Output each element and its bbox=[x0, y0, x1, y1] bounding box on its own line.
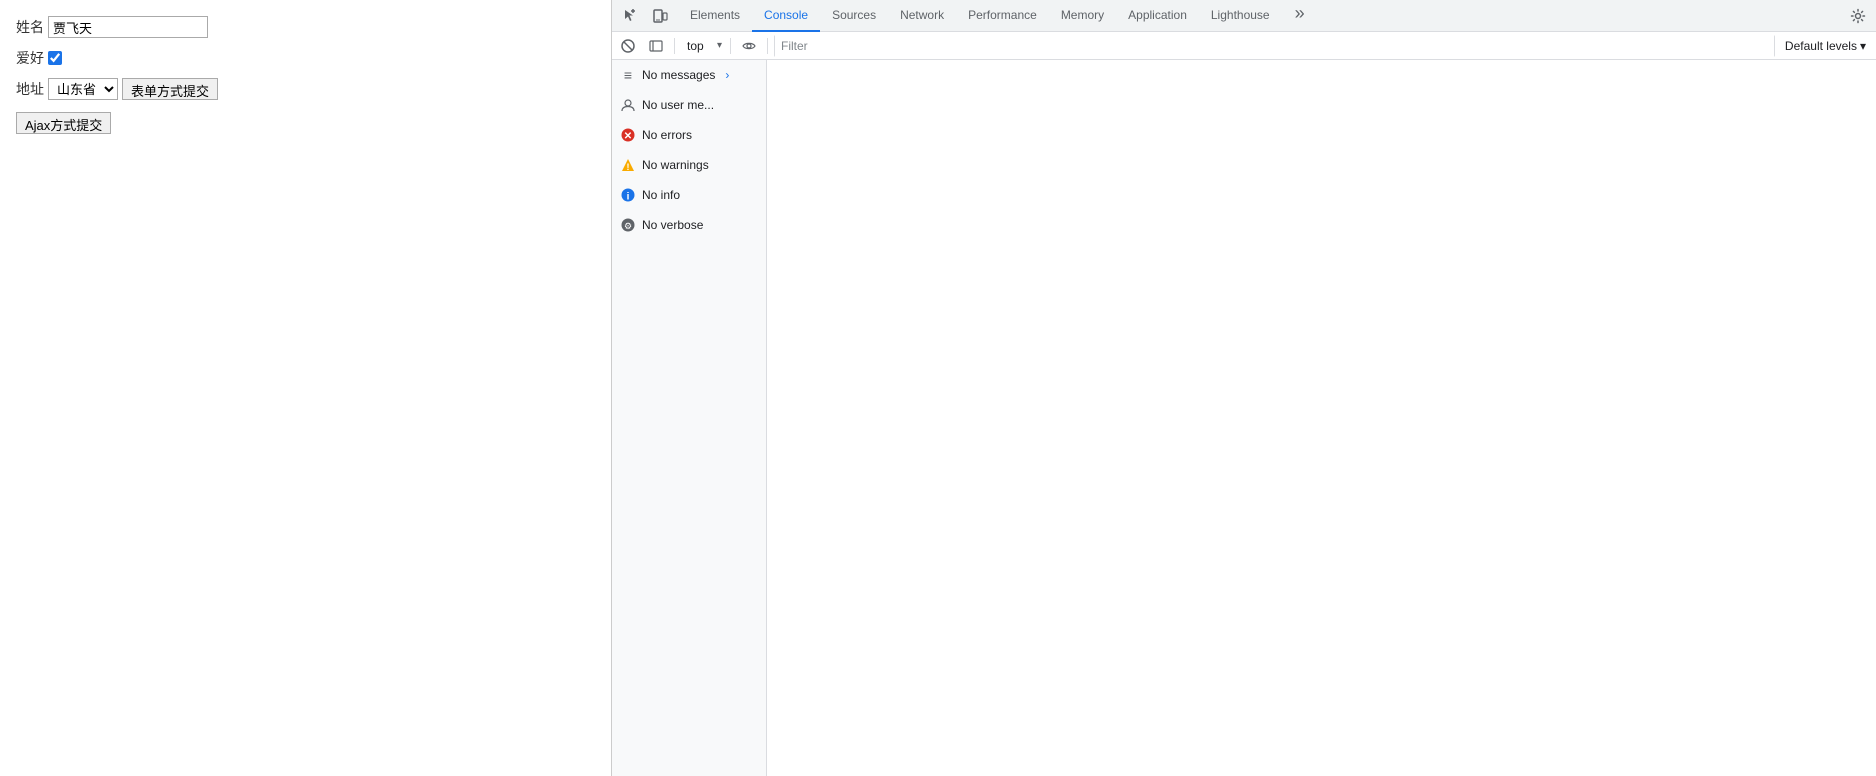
info-icon: i bbox=[620, 187, 636, 203]
context-selector[interactable]: top ▾ bbox=[681, 35, 724, 57]
sidebar-item-errors[interactable]: ✕ No errors bbox=[612, 120, 766, 150]
info-label: No info bbox=[642, 188, 680, 202]
tab-lighthouse[interactable]: Lighthouse bbox=[1199, 0, 1282, 32]
settings-btn[interactable] bbox=[1844, 2, 1872, 30]
default-levels-arrow: ▾ bbox=[1860, 39, 1866, 53]
devtools-toolbar: Elements Console Sources Network Perform… bbox=[612, 0, 1876, 32]
tab-network[interactable]: Network bbox=[888, 0, 956, 32]
toolbar-right bbox=[1844, 2, 1872, 30]
toolbar-divider-3 bbox=[767, 38, 768, 54]
user-label: No user me... bbox=[642, 98, 714, 112]
console-toolbar: top ▾ Default levels ▾ bbox=[612, 32, 1876, 60]
like-checkbox[interactable] bbox=[48, 51, 62, 65]
filter-input[interactable] bbox=[775, 35, 1774, 57]
tab-console[interactable]: Console bbox=[752, 0, 820, 32]
tab-elements[interactable]: Elements bbox=[678, 0, 752, 32]
default-levels-label: Default levels bbox=[1785, 39, 1857, 53]
like-row: 爱好 bbox=[16, 48, 595, 68]
messages-label: No messages bbox=[642, 68, 715, 82]
sidebar-item-info[interactable]: i No info bbox=[612, 180, 766, 210]
webpage-panel: 姓名 爱好 地址 山东省 北京市 上海市 广东省 表单方式提交 Ajax方式提交 bbox=[0, 0, 612, 776]
toolbar-icons bbox=[616, 2, 674, 30]
inspect-element-btn[interactable] bbox=[616, 2, 644, 30]
name-row: 姓名 bbox=[16, 16, 595, 38]
tab-performance[interactable]: Performance bbox=[956, 0, 1049, 32]
svg-text:✕: ✕ bbox=[624, 131, 632, 142]
sidebar-item-user[interactable]: No user me... bbox=[612, 90, 766, 120]
warning-icon: ! bbox=[620, 157, 636, 173]
svg-text:i: i bbox=[627, 192, 630, 203]
console-main[interactable] bbox=[767, 60, 1876, 776]
console-sidebar: ≡ No messages › No user me... bbox=[612, 60, 767, 776]
warnings-label: No warnings bbox=[642, 158, 709, 172]
user-icon bbox=[620, 97, 636, 113]
like-label: 爱好 bbox=[16, 48, 44, 68]
error-icon: ✕ bbox=[620, 127, 636, 143]
sidebar-item-verbose[interactable]: ⚙ No verbose bbox=[612, 210, 766, 240]
svg-text:⚙: ⚙ bbox=[624, 221, 632, 231]
default-levels-btn[interactable]: Default levels ▾ bbox=[1779, 37, 1872, 55]
live-expressions-btn[interactable] bbox=[737, 34, 761, 58]
errors-label: No errors bbox=[642, 128, 692, 142]
filter-area bbox=[774, 35, 1775, 57]
submit-button[interactable]: 表单方式提交 bbox=[122, 78, 218, 100]
toolbar-divider-2 bbox=[730, 38, 731, 54]
verbose-icon: ⚙ bbox=[620, 217, 636, 233]
clear-console-btn[interactable] bbox=[616, 34, 640, 58]
devtools-tabs: Elements Console Sources Network Perform… bbox=[678, 0, 1314, 32]
console-settings-btn[interactable] bbox=[644, 34, 668, 58]
name-input[interactable] bbox=[48, 16, 208, 38]
more-tabs-btn[interactable]: » bbox=[1286, 0, 1314, 28]
sidebar-item-warnings[interactable]: ! No warnings bbox=[612, 150, 766, 180]
ajax-row: Ajax方式提交 bbox=[16, 110, 595, 134]
tab-memory[interactable]: Memory bbox=[1049, 0, 1116, 32]
tab-application[interactable]: Application bbox=[1116, 0, 1199, 32]
name-label: 姓名 bbox=[16, 17, 44, 37]
devtools-panel: Elements Console Sources Network Perform… bbox=[612, 0, 1876, 776]
tab-sources[interactable]: Sources bbox=[820, 0, 888, 32]
ajax-button[interactable]: Ajax方式提交 bbox=[16, 112, 111, 134]
address-select[interactable]: 山东省 北京市 上海市 广东省 bbox=[48, 78, 118, 100]
messages-icon: ≡ bbox=[620, 67, 636, 83]
context-select[interactable]: top bbox=[681, 35, 724, 57]
address-label: 地址 bbox=[16, 79, 44, 99]
device-toggle-btn[interactable] bbox=[646, 2, 674, 30]
svg-text:!: ! bbox=[627, 162, 630, 172]
address-row: 地址 山东省 北京市 上海市 广东省 表单方式提交 bbox=[16, 78, 595, 100]
console-content: ≡ No messages › No user me... bbox=[612, 60, 1876, 776]
verbose-label: No verbose bbox=[642, 218, 703, 232]
chevron-right-icon: › bbox=[725, 68, 729, 82]
toolbar-divider-1 bbox=[674, 38, 675, 54]
sidebar-item-messages[interactable]: ≡ No messages › bbox=[612, 60, 766, 90]
